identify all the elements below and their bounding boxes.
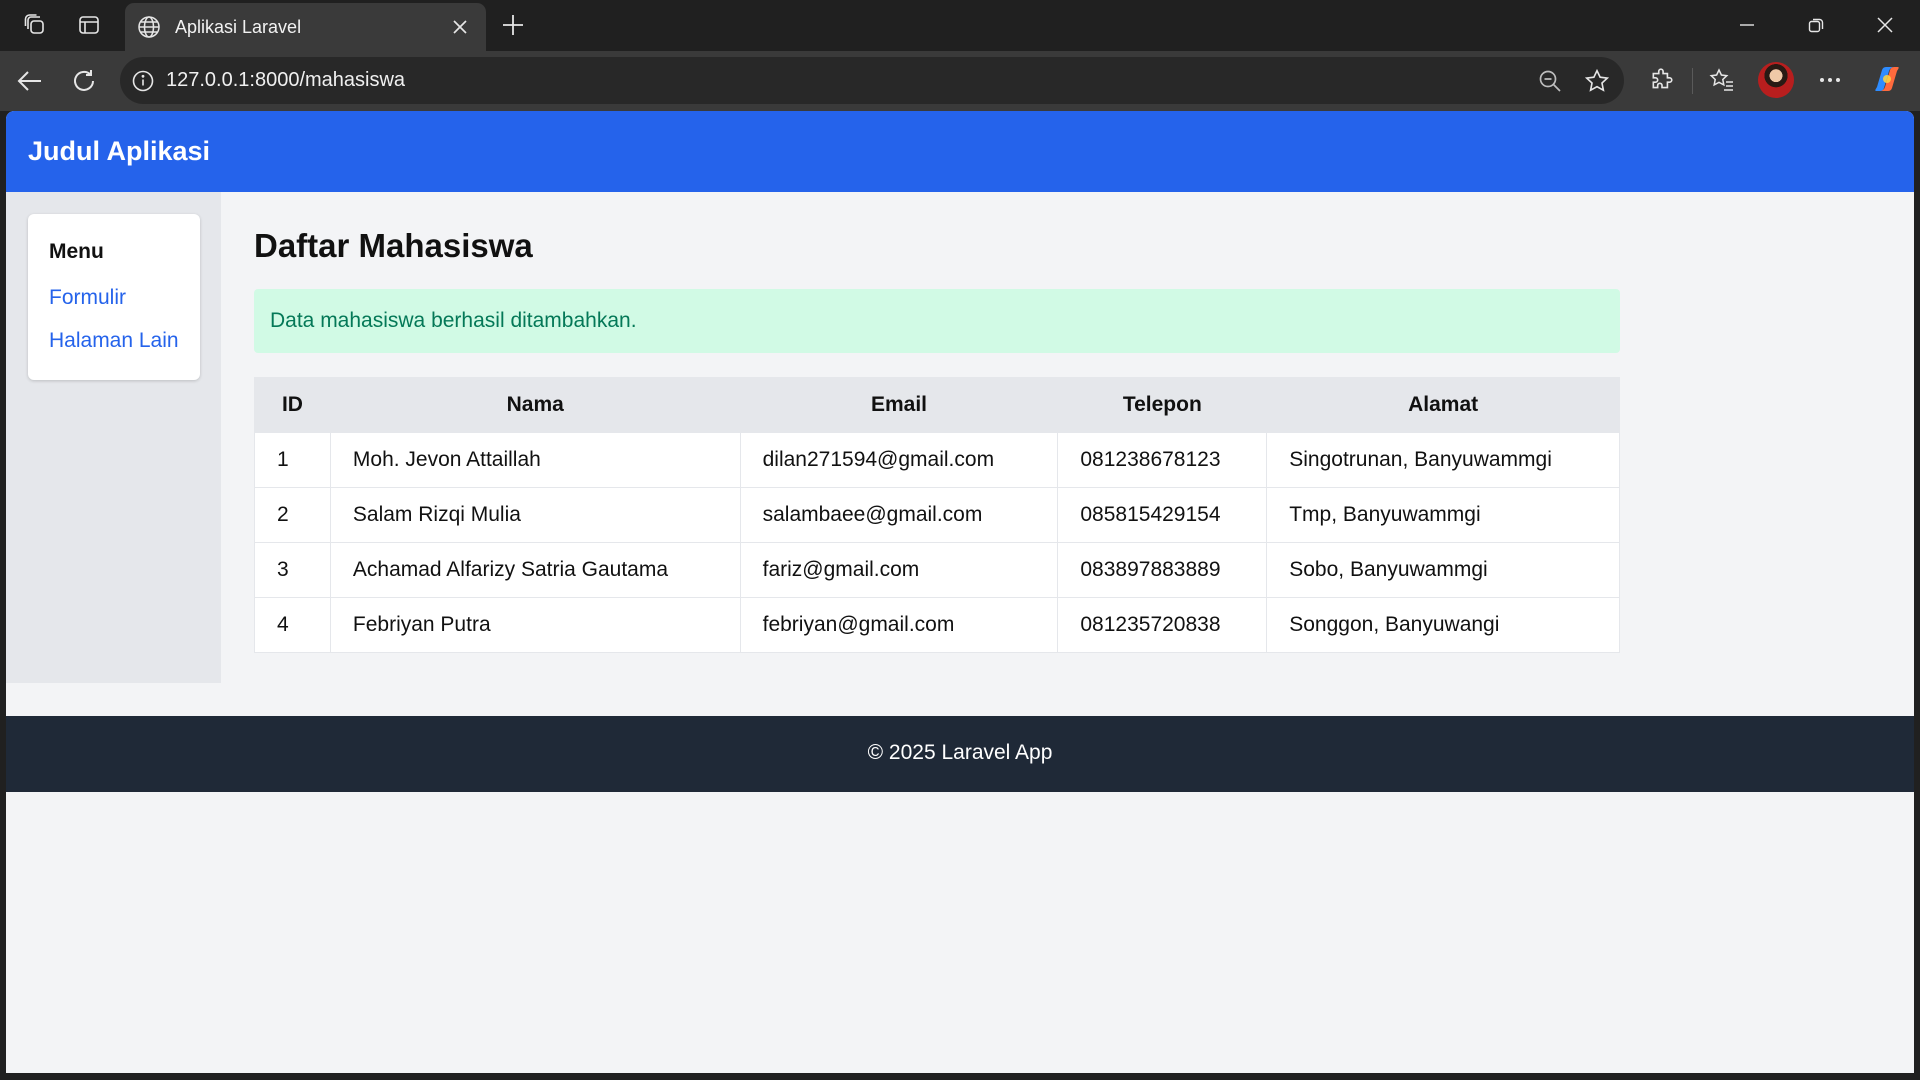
cell-nama: Salam Rizqi Mulia bbox=[329, 487, 741, 543]
workspaces-icon[interactable] bbox=[18, 8, 52, 42]
new-tab-icon[interactable] bbox=[496, 8, 530, 42]
cell-alamat: Singotrunan, Banyuwammgi bbox=[1266, 432, 1620, 488]
browser-toolbar: 127.0.0.1:8000/mahasiswa bbox=[0, 51, 1920, 111]
column-header-nama: Nama bbox=[329, 377, 741, 433]
app-title: Judul Aplikasi bbox=[28, 136, 211, 166]
sidebar: Menu Formulir Halaman Lain bbox=[6, 192, 221, 683]
site-info-icon[interactable] bbox=[132, 70, 154, 92]
app-header: Judul Aplikasi bbox=[6, 111, 1914, 192]
success-alert: Data mahasiswa berhasil ditambahkan. bbox=[254, 289, 1620, 353]
cell-email: dilan271594@gmail.com bbox=[739, 432, 1059, 488]
cell-alamat: Tmp, Banyuwammgi bbox=[1266, 487, 1620, 543]
cell-telepon: 083897883889 bbox=[1057, 542, 1268, 598]
restore-icon[interactable] bbox=[1793, 8, 1839, 42]
refresh-icon[interactable] bbox=[66, 63, 102, 99]
cell-id: 2 bbox=[254, 487, 331, 543]
favorites-icon[interactable] bbox=[1704, 62, 1740, 98]
cell-id: 4 bbox=[254, 597, 331, 653]
table-row: 1 Moh. Jevon Attaillah dilan271594@gmail… bbox=[254, 432, 1620, 488]
cell-nama: Febriyan Putra bbox=[329, 597, 741, 653]
menu-card: Menu Formulir Halaman Lain bbox=[28, 214, 200, 380]
more-icon[interactable] bbox=[1812, 62, 1848, 98]
table-row: 4 Febriyan Putra febriyan@gmail.com 0812… bbox=[254, 597, 1620, 653]
alert-message: Data mahasiswa berhasil ditambahkan. bbox=[270, 309, 637, 332]
favorite-star-icon[interactable] bbox=[1584, 68, 1610, 94]
back-icon[interactable] bbox=[12, 63, 48, 99]
cell-telepon: 085815429154 bbox=[1057, 487, 1268, 543]
column-header-alamat: Alamat bbox=[1266, 377, 1620, 433]
cell-email: fariz@gmail.com bbox=[739, 542, 1059, 598]
browser-tab-bar: Aplikasi Laravel bbox=[0, 0, 1920, 51]
cell-email: salambaee@gmail.com bbox=[739, 487, 1059, 543]
page-footer: © 2025 Laravel App bbox=[6, 716, 1914, 792]
cell-email: febriyan@gmail.com bbox=[739, 597, 1059, 653]
zoom-icon[interactable] bbox=[1538, 69, 1562, 93]
tab-actions-icon[interactable] bbox=[72, 8, 106, 42]
url-text: 127.0.0.1:8000/mahasiswa bbox=[166, 69, 406, 91]
students-table: ID Nama Email Telepon Alamat 1 Moh. Jevo… bbox=[254, 377, 1620, 653]
extensions-icon[interactable] bbox=[1644, 62, 1680, 98]
minimize-icon[interactable] bbox=[1724, 8, 1770, 42]
toolbar-separator bbox=[1692, 68, 1693, 94]
page-background bbox=[6, 792, 1914, 1073]
cell-alamat: Sobo, Banyuwammgi bbox=[1266, 542, 1620, 598]
table-row: 3 Achamad Alfarizy Satria Gautama fariz@… bbox=[254, 542, 1620, 598]
cell-id: 3 bbox=[254, 542, 331, 598]
profile-avatar[interactable] bbox=[1758, 62, 1794, 98]
cell-alamat: Songgon, Banyuwangi bbox=[1266, 597, 1620, 653]
cell-telepon: 081238678123 bbox=[1057, 432, 1268, 488]
cell-nama: Achamad Alfarizy Satria Gautama bbox=[329, 542, 741, 598]
close-icon[interactable] bbox=[446, 13, 474, 41]
sidebar-link-halaman-lain[interactable]: Halaman Lain bbox=[49, 329, 179, 353]
copilot-icon[interactable] bbox=[1868, 60, 1906, 98]
tab-title: Aplikasi Laravel bbox=[175, 16, 302, 37]
address-bar[interactable]: 127.0.0.1:8000/mahasiswa bbox=[120, 57, 1624, 104]
column-header-telepon: Telepon bbox=[1057, 377, 1268, 433]
column-header-email: Email bbox=[739, 377, 1059, 433]
cell-id: 1 bbox=[254, 432, 331, 488]
footer-text: © 2025 Laravel App bbox=[867, 741, 1053, 764]
menu-heading: Menu bbox=[49, 240, 104, 263]
column-header-id: ID bbox=[254, 377, 331, 433]
table-header-row: ID Nama Email Telepon Alamat bbox=[254, 377, 1620, 433]
cell-nama: Moh. Jevon Attaillah bbox=[329, 432, 741, 488]
cell-telepon: 081235720838 bbox=[1057, 597, 1268, 653]
page-title: Daftar Mahasiswa bbox=[254, 227, 533, 264]
window-close-icon[interactable] bbox=[1862, 8, 1908, 42]
table-row: 2 Salam Rizqi Mulia salambaee@gmail.com … bbox=[254, 487, 1620, 543]
sidebar-link-formulir[interactable]: Formulir bbox=[49, 286, 126, 310]
page-viewport: Judul Aplikasi Menu Formulir Halaman Lai… bbox=[6, 111, 1914, 1073]
browser-tab[interactable]: Aplikasi Laravel bbox=[125, 3, 486, 51]
globe-icon bbox=[137, 15, 161, 39]
